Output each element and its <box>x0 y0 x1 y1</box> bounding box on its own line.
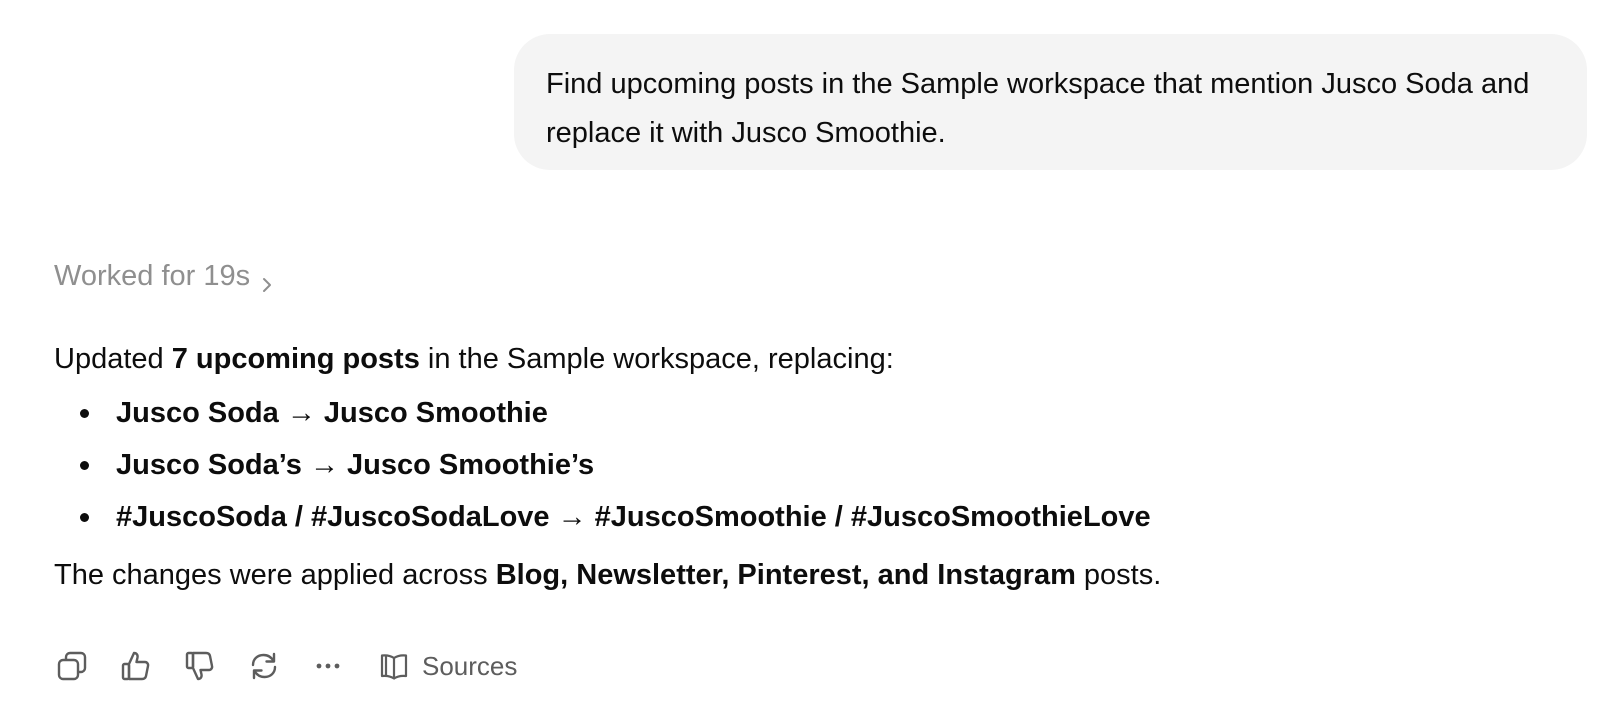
list-item: Jusco Soda → Jusco Smoothie <box>80 387 1574 439</box>
answer-closing: The changes were applied across Blog, Ne… <box>54 553 1574 597</box>
thumbs-up-icon <box>119 649 153 683</box>
list-item: Jusco Soda’s → Jusco Smoothie’s <box>80 439 1574 491</box>
book-open-icon <box>378 650 410 682</box>
closing-suffix: posts. <box>1075 559 1162 591</box>
copy-button[interactable] <box>52 646 92 686</box>
chevron-right-icon <box>260 266 274 292</box>
worked-for-toggle[interactable]: Worked for 19s <box>54 256 274 296</box>
regenerate-button[interactable] <box>244 646 284 686</box>
user-message-bubble: Find upcoming posts in the Sample worksp… <box>514 34 1587 170</box>
bullet-dot <box>80 461 89 470</box>
bullet-dot <box>80 513 89 522</box>
closing-prefix: The changes were applied across <box>54 559 496 591</box>
user-message-text: Find upcoming posts in the Sample worksp… <box>546 68 1530 149</box>
more-options-button[interactable] <box>308 646 348 686</box>
list-item-text: #JuscoSoda / #JuscoSodaLove → #JuscoSmoo… <box>116 501 1151 533</box>
list-item-text: Jusco Soda’s → Jusco Smoothie’s <box>116 449 595 481</box>
worked-for-label: Worked for 19s <box>54 260 251 292</box>
sources-button[interactable]: Sources <box>378 650 517 682</box>
message-action-bar: Sources <box>52 646 517 686</box>
copy-icon <box>55 649 89 683</box>
list-item: #JuscoSoda / #JuscoSodaLove → #JuscoSmoo… <box>80 491 1574 543</box>
closing-bold: Blog, Newsletter, Pinterest, and Instagr… <box>495 559 1076 591</box>
intro-suffix: in the Sample workspace, replacing: <box>419 343 894 375</box>
list-item-text: Jusco Soda → Jusco Smoothie <box>116 397 548 429</box>
regenerate-icon <box>247 649 281 683</box>
more-icon <box>311 649 345 683</box>
sources-label: Sources <box>422 650 518 681</box>
thumbs-down-button[interactable] <box>180 646 220 686</box>
intro-prefix: Updated <box>54 343 172 375</box>
bullet-dot <box>80 409 89 418</box>
answer-intro: Updated 7 upcoming posts in the Sample w… <box>54 337 1574 381</box>
replacement-list: Jusco Soda → Jusco Smoothie Jusco Soda’s… <box>54 387 1574 543</box>
thumbs-up-button[interactable] <box>116 646 156 686</box>
intro-bold: 7 upcoming posts <box>171 343 420 375</box>
thumbs-down-icon <box>183 649 217 683</box>
chat-page: Find upcoming posts in the Sample worksp… <box>0 0 1618 722</box>
assistant-answer: Updated 7 upcoming posts in the Sample w… <box>54 337 1574 597</box>
